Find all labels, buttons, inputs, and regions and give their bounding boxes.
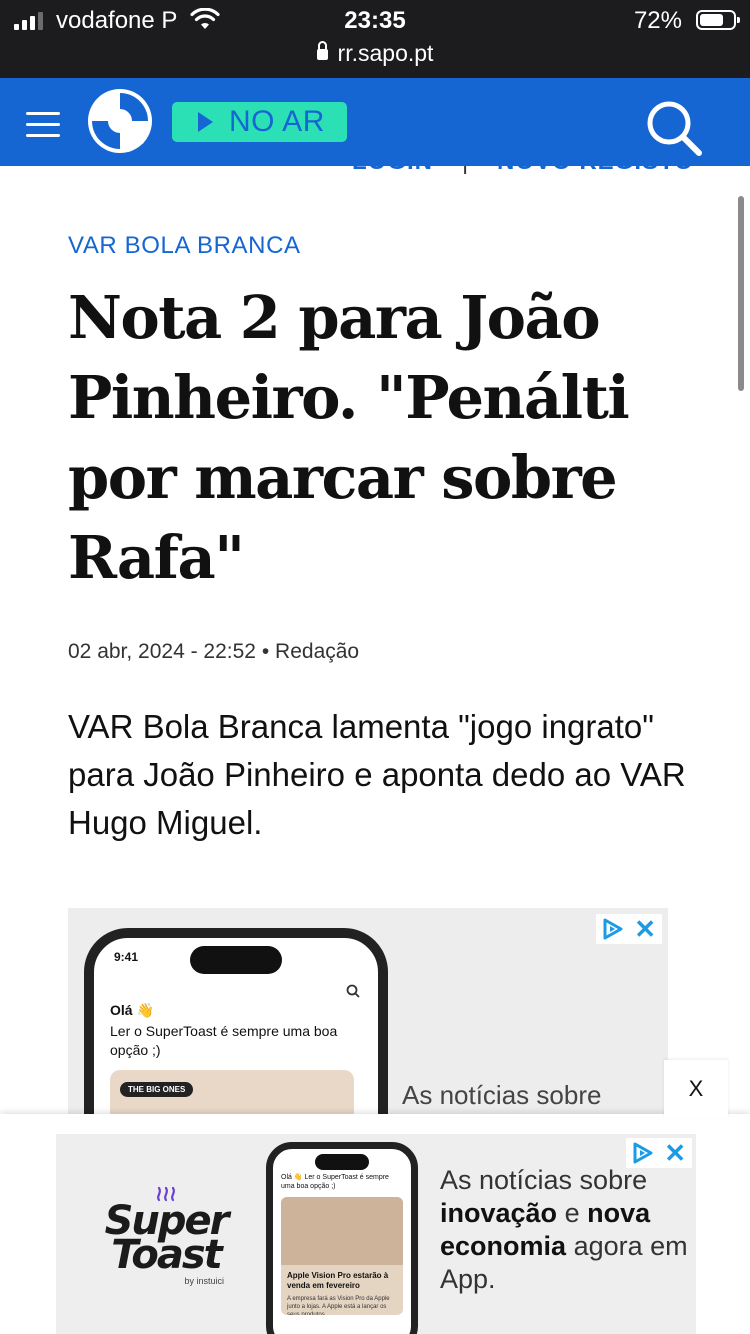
ios-status-bar: vodafone P 23:35 rr.sapo.pt 72% xyxy=(0,0,750,78)
sticky-ad-text: As notícias sobre inovação e nova econom… xyxy=(440,1164,690,1296)
ad-message: Ler o SuperToast é sempre uma boa opção … xyxy=(110,1023,338,1058)
brand-name: Super Toast xyxy=(104,1198,230,1278)
ad-greeting: Olá 👋 xyxy=(110,1002,154,1018)
sticky-ad-text-3: e xyxy=(564,1198,580,1228)
hamburger-menu-icon[interactable] xyxy=(26,112,60,138)
adchoices-icon[interactable] xyxy=(632,1141,654,1165)
site-header: NO AR xyxy=(0,78,750,166)
sticky-ad-card-title: Apple Vision Pro estarão à venda em feve… xyxy=(287,1271,389,1290)
sticky-ad-card-image xyxy=(281,1197,403,1265)
page-scrollbar[interactable] xyxy=(738,196,744,391)
sticky-ad-close-button[interactable]: X xyxy=(664,1060,728,1118)
sticky-ad-card: Apple Vision Pro estarão à venda em feve… xyxy=(281,1197,403,1315)
live-label: NO AR xyxy=(229,105,325,138)
sticky-ad-phone-image: Olá 👋 Ler o SuperToast é sempre uma boa … xyxy=(266,1142,418,1334)
live-radio-button[interactable]: NO AR xyxy=(172,102,347,142)
phone-notch xyxy=(190,946,282,974)
article-author[interactable]: Redação xyxy=(275,640,359,663)
article-title: Nota 2 para João Pinheiro. "Penálti por … xyxy=(68,283,630,592)
ad-phone-time: 9:41 xyxy=(114,950,139,964)
ad-phone-card: THE BIG ONES xyxy=(110,1070,354,1118)
inline-advertisement[interactable]: 9:41 Olá 👋 Ler o SuperToast é sempre uma… xyxy=(68,908,668,1118)
sticky-ad-phone-text: Olá 👋 Ler o SuperToast é sempre uma boa … xyxy=(281,1174,389,1190)
sticky-ad-text-2: inovação xyxy=(440,1198,558,1228)
ad-text: As notícias sobre xyxy=(402,1080,602,1110)
adchoices[interactable]: ✕ xyxy=(626,1138,692,1168)
sticky-ad-card-body: A empresa fará as Vision Pro da Apple ju… xyxy=(287,1296,390,1315)
lock-icon xyxy=(316,41,328,60)
browser-url: rr.sapo.pt xyxy=(337,40,434,66)
battery-percentage: 72% xyxy=(633,7,682,34)
article-lead: VAR Bola Branca lamenta "jogo ingrato" p… xyxy=(68,708,686,841)
phone-notch xyxy=(315,1154,369,1170)
adchoices-icon[interactable] xyxy=(602,917,624,941)
supertoast-logo: Super Toast by instuici xyxy=(96,1184,236,1286)
article-meta: 02 abr, 2024 - 22:52 • Redação xyxy=(68,640,359,664)
search-icon[interactable] xyxy=(644,98,704,158)
rr-logo[interactable] xyxy=(86,87,154,155)
adchoices[interactable]: ✕ xyxy=(596,914,662,944)
article-category[interactable]: VAR BOLA BRANCA xyxy=(68,232,301,260)
browser-url-bar[interactable]: rr.sapo.pt xyxy=(0,40,750,67)
sticky-ad-text-1: As notícias sobre xyxy=(440,1165,648,1195)
close-ad-icon[interactable]: ✕ xyxy=(664,1140,686,1166)
play-icon xyxy=(198,112,213,132)
sticky-ad-banner[interactable]: Super Toast by instuici Olá 👋 Ler o Supe… xyxy=(56,1134,696,1334)
search-icon xyxy=(346,984,360,998)
meta-separator: • xyxy=(261,640,270,663)
article-date: 02 abr, 2024 - 22:52 xyxy=(68,640,256,663)
close-ad-icon[interactable]: ✕ xyxy=(634,916,656,942)
battery-icon xyxy=(696,10,740,30)
ad-phone-image: 9:41 Olá 👋 Ler o SuperToast é sempre uma… xyxy=(84,928,388,1118)
ad-card-tag: THE BIG ONES xyxy=(120,1082,194,1097)
sticky-advertisement[interactable]: Super Toast by instuici Olá 👋 Ler o Supe… xyxy=(0,1114,750,1334)
